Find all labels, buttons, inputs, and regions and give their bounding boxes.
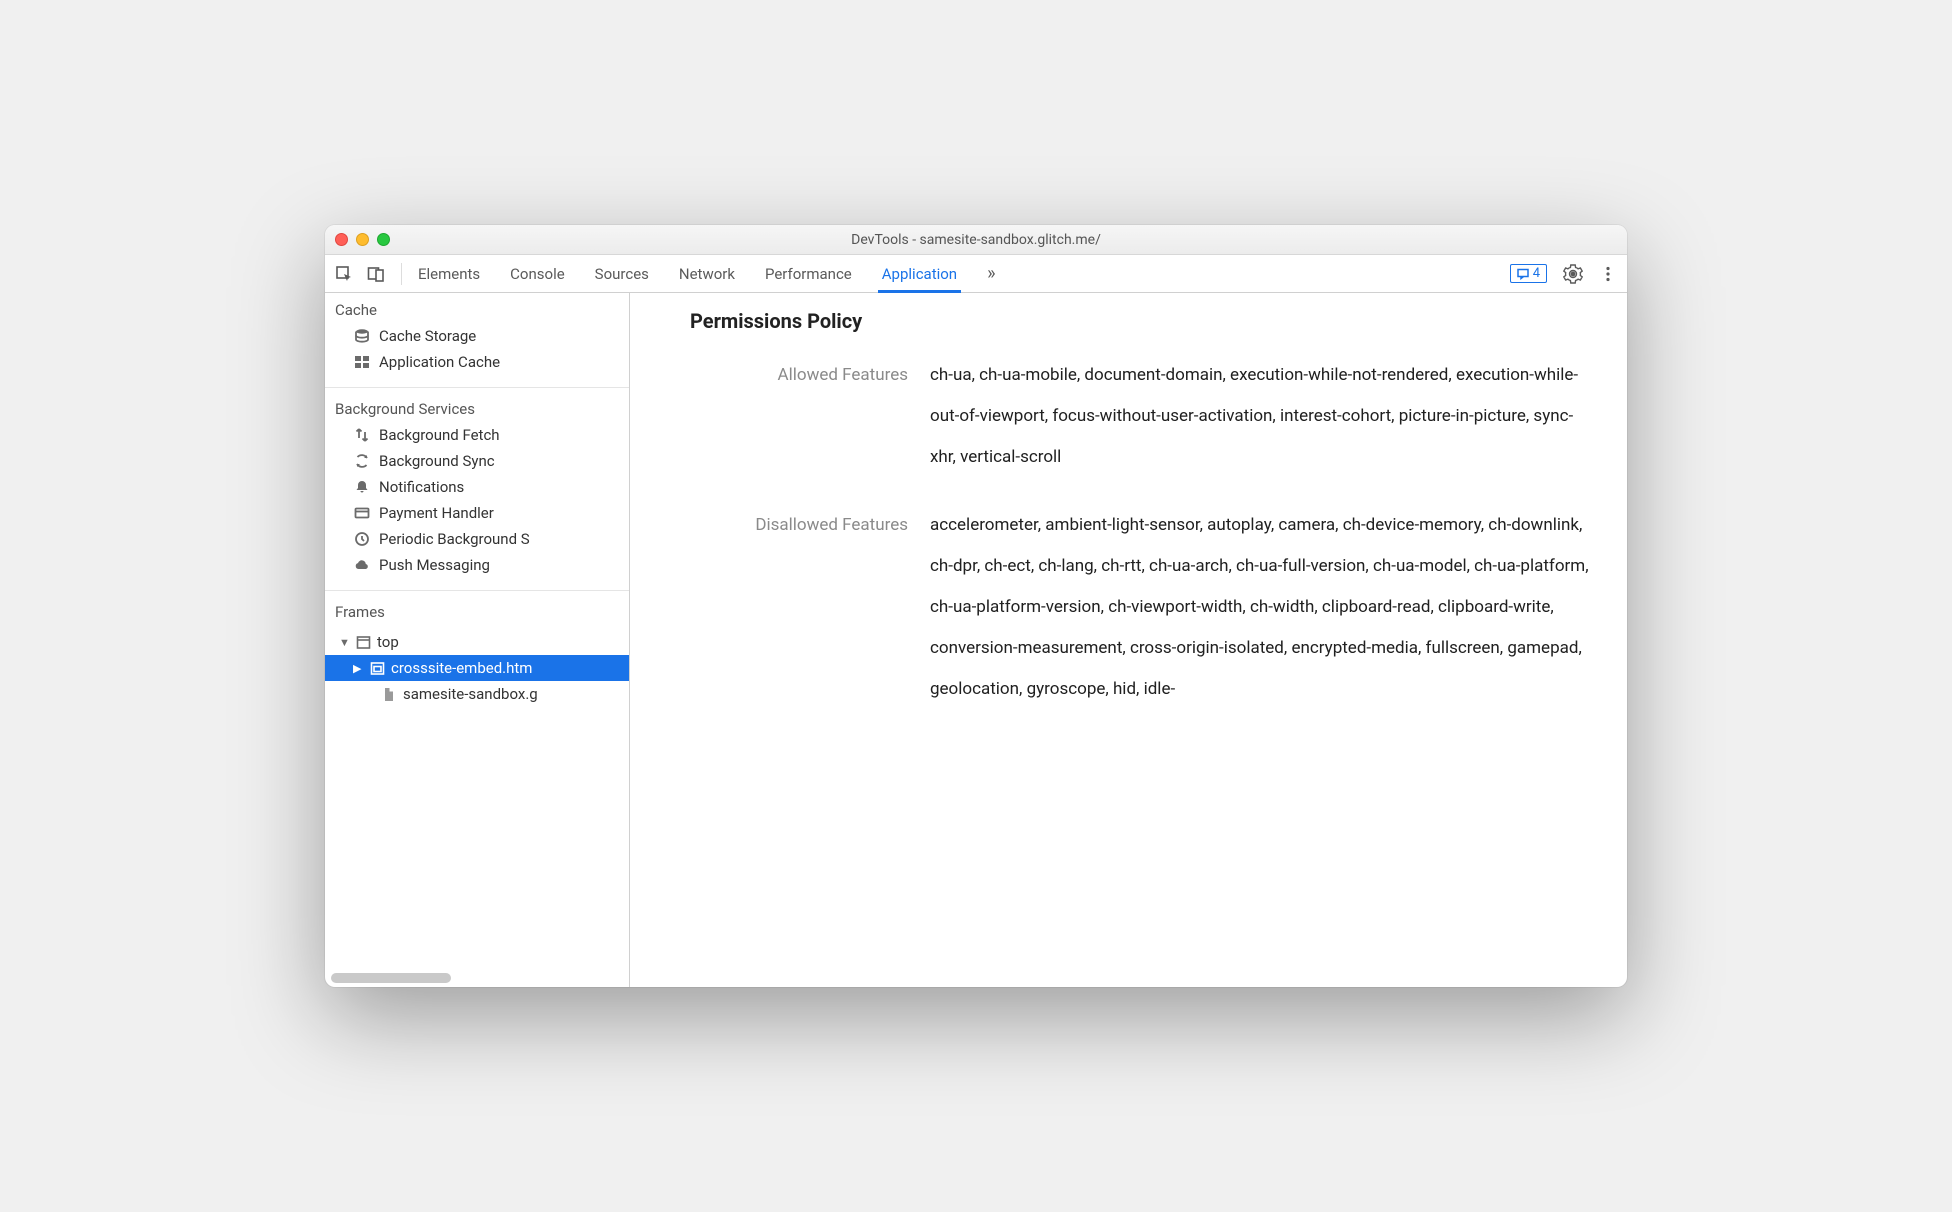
kv-key: Disallowed Features: [690, 505, 930, 709]
sidebar-item-cache-storage[interactable]: Cache Storage: [325, 323, 629, 349]
section-title: Permissions Policy: [690, 309, 1597, 333]
tab-application[interactable]: Application: [882, 255, 957, 292]
separator: [401, 263, 402, 285]
tree-item-label: top: [377, 633, 399, 651]
sidebar-item-push-messaging[interactable]: Push Messaging: [325, 552, 629, 578]
sidebar-item-label: Cache Storage: [379, 327, 476, 345]
panel-tabs: Elements Console Sources Network Perform…: [418, 255, 1496, 292]
sidebar-item-application-cache[interactable]: Application Cache: [325, 349, 629, 375]
sidebar-item-background-sync[interactable]: Background Sync: [325, 448, 629, 474]
kv-key: Allowed Features: [690, 355, 930, 477]
tree-item-label: crosssite-embed.htm: [391, 659, 532, 677]
close-window-button[interactable]: [335, 233, 348, 246]
sidebar-item-notifications[interactable]: Notifications: [325, 474, 629, 500]
message-icon: [1517, 268, 1529, 280]
sidebar-item-payment-handler[interactable]: Payment Handler: [325, 500, 629, 526]
tree-item-label: samesite-sandbox.g: [403, 685, 538, 703]
sidebar-item-label: Payment Handler: [379, 504, 494, 522]
sidebar-item-label: Notifications: [379, 478, 464, 496]
horizontal-scrollbar[interactable]: [331, 973, 451, 983]
devtools-toolbar: Elements Console Sources Network Perform…: [325, 255, 1627, 293]
kv-disallowed-features: Disallowed Features accelerometer, ambie…: [690, 505, 1597, 709]
frame-details-panel[interactable]: Permissions Policy Allowed Features ch-u…: [630, 293, 1627, 987]
sidebar-header-background: Background Services: [325, 392, 629, 422]
chevron-right-icon[interactable]: ▶: [353, 662, 363, 675]
tab-network[interactable]: Network: [679, 255, 735, 292]
settings-icon[interactable]: [1563, 264, 1583, 284]
tree-item-samesite-sandbox[interactable]: samesite-sandbox.g: [325, 681, 629, 707]
issues-badge[interactable]: 4: [1510, 264, 1547, 283]
application-sidebar[interactable]: Cache Cache Storage Application Cache B: [325, 293, 630, 987]
window-icon: [355, 634, 371, 650]
transfer-icon: [353, 426, 371, 444]
bell-icon: [353, 478, 371, 496]
sidebar-header-cache: Cache: [325, 293, 629, 323]
traffic-lights: [335, 233, 390, 246]
sidebar-item-periodic-sync[interactable]: Periodic Background S: [325, 526, 629, 552]
tab-sources[interactable]: Sources: [595, 255, 649, 292]
window-title: DevTools - samesite-sandbox.glitch.me/: [325, 232, 1627, 248]
sidebar-item-label: Push Messaging: [379, 556, 490, 574]
device-toggle-icon[interactable]: [367, 265, 385, 283]
frames-tree: ▼ top ▶ crosssite-embed.htm: [325, 625, 629, 717]
divider: [325, 590, 629, 591]
sidebar-header-frames: Frames: [325, 595, 629, 625]
kv-value: ch-ua, ch-ua-mobile, document-domain, ex…: [930, 355, 1597, 477]
tab-console[interactable]: Console: [510, 255, 565, 292]
divider: [325, 387, 629, 388]
sidebar-item-label: Periodic Background S: [379, 530, 530, 548]
more-icon[interactable]: [1599, 265, 1617, 283]
sidebar-item-label: Background Sync: [379, 452, 495, 470]
grid-icon: [353, 353, 371, 371]
tab-performance[interactable]: Performance: [765, 255, 852, 292]
tree-item-top[interactable]: ▼ top: [325, 629, 629, 655]
zoom-window-button[interactable]: [377, 233, 390, 246]
file-icon: [381, 686, 397, 702]
sidebar-item-label: Background Fetch: [379, 426, 500, 444]
iframe-icon: [369, 660, 385, 676]
kv-value: accelerometer, ambient-light-sensor, aut…: [930, 505, 1597, 709]
tab-overflow[interactable]: »: [987, 255, 995, 292]
chevron-down-icon[interactable]: ▼: [339, 636, 349, 649]
toolbar-right: 4: [1510, 264, 1617, 284]
titlebar: DevTools - samesite-sandbox.glitch.me/: [325, 225, 1627, 255]
sidebar-item-label: Application Cache: [379, 353, 500, 371]
clock-icon: [353, 530, 371, 548]
tree-item-crosssite-embed[interactable]: ▶ crosssite-embed.htm: [325, 655, 629, 681]
cloud-icon: [353, 556, 371, 574]
tab-elements[interactable]: Elements: [418, 255, 480, 292]
card-icon: [353, 504, 371, 522]
kv-allowed-features: Allowed Features ch-ua, ch-ua-mobile, do…: [690, 355, 1597, 477]
inspect-icon[interactable]: [335, 265, 353, 283]
database-icon: [353, 327, 371, 345]
issues-count: 4: [1533, 266, 1540, 281]
sidebar-item-background-fetch[interactable]: Background Fetch: [325, 422, 629, 448]
devtools-window: DevTools - samesite-sandbox.glitch.me/ E…: [325, 225, 1627, 987]
minimize-window-button[interactable]: [356, 233, 369, 246]
panel-body: Cache Cache Storage Application Cache B: [325, 293, 1627, 987]
sync-icon: [353, 452, 371, 470]
